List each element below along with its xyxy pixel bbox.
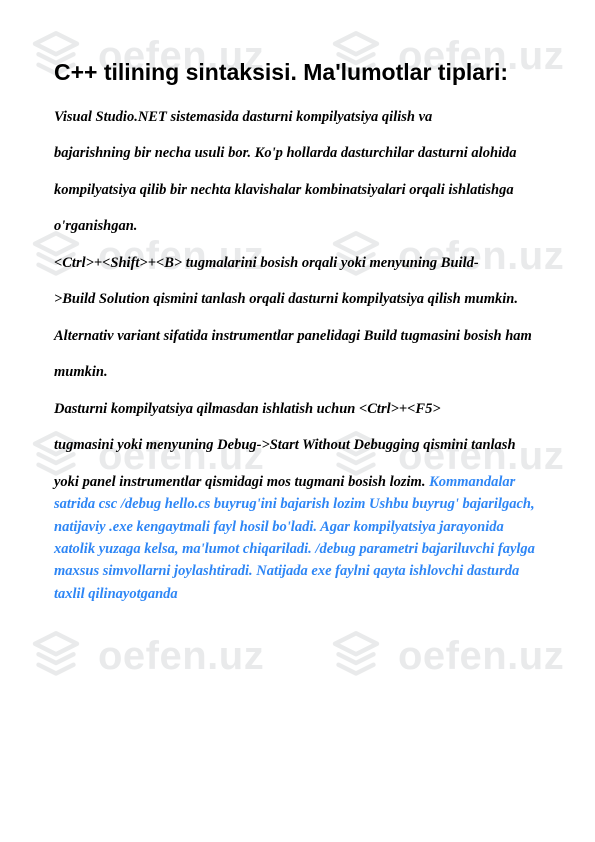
- body-paragraph: kompilyatsiya qilib bir nechta klavishal…: [54, 179, 541, 201]
- highlighted-text: Kommandalar satrida csc /debug hello.cs …: [54, 474, 535, 602]
- body-paragraph: <Ctrl>+<Shift>+<B> tugmalarini bosish or…: [54, 252, 541, 274]
- body-paragraph: Dasturni kompilyatsiya qilmasdan ishlati…: [54, 398, 541, 420]
- body-paragraph-mixed: yoki panel instrumentlar qismidagi mos t…: [54, 471, 541, 606]
- body-paragraph: mumkin.: [54, 361, 541, 383]
- document-content: C++ tilining sintaksisi. Ma'lumotlar tip…: [0, 0, 595, 659]
- body-paragraph: o'rganishgan.: [54, 215, 541, 237]
- body-text: yoki panel instrumentlar qismidagi mos t…: [54, 474, 425, 490]
- body-paragraph: bajarishning bir necha usuli bor. Ko'p h…: [54, 142, 541, 164]
- body-paragraph: >Build Solution qismini tanlash orqali d…: [54, 288, 541, 310]
- body-paragraph: tugmasini yoki menyuning Debug->Start Wi…: [54, 434, 541, 456]
- body-paragraph: Alternativ variant sifatida instrumentla…: [54, 325, 541, 347]
- page-title: C++ tilining sintaksisi. Ma'lumotlar tip…: [54, 58, 541, 88]
- body-paragraph: Visual Studio.NET sistemasida dasturni k…: [54, 106, 541, 128]
